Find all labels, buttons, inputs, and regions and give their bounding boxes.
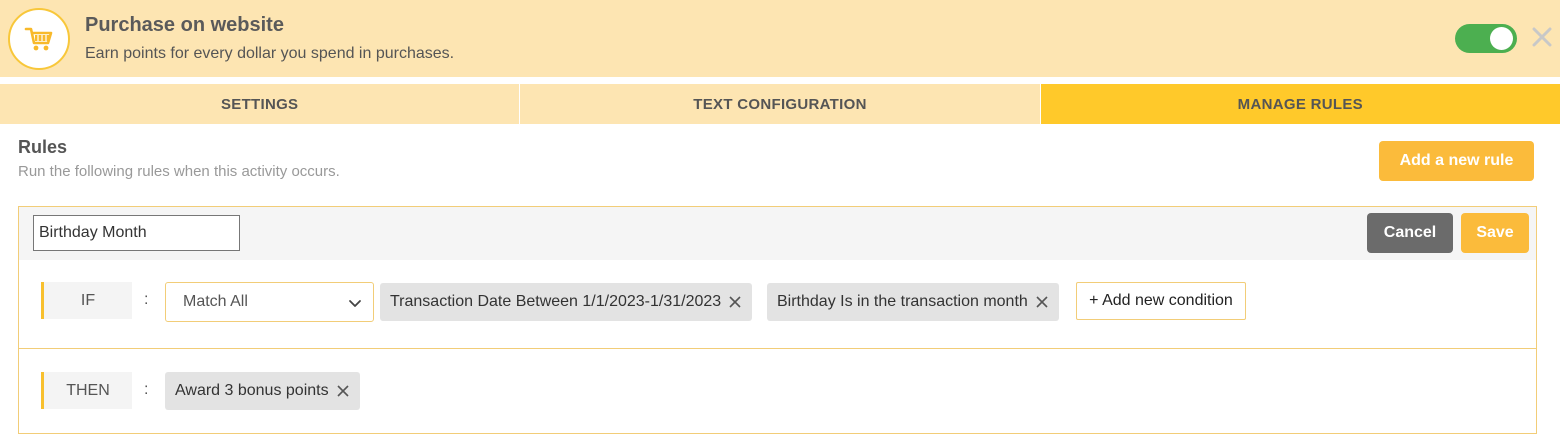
- close-icon: [729, 296, 741, 308]
- activity-subtitle: Earn points for every dollar you spend i…: [85, 45, 455, 62]
- cancel-button[interactable]: Cancel: [1367, 213, 1453, 253]
- rules-description: Run the following rules when this activi…: [18, 163, 340, 180]
- cart-icon-circle: [8, 8, 70, 70]
- condition-chip-label: Transaction Date Between 1/1/2023-1/31/2…: [390, 293, 722, 310]
- close-icon: [1036, 296, 1048, 308]
- rule-name-input[interactable]: [33, 215, 240, 251]
- rule-editor-header: Cancel Save: [19, 207, 1536, 260]
- if-label: IF: [41, 282, 132, 319]
- close-button[interactable]: [1528, 22, 1556, 52]
- condition-chip: Birthday Is in the transaction month: [767, 283, 1059, 321]
- rule-editor-card: Cancel Save IF : Match All Transaction D…: [18, 206, 1537, 434]
- if-section: IF : Match All Transaction Date Between …: [19, 260, 1536, 349]
- activity-header: Purchase on website Earn points for ever…: [0, 0, 1560, 77]
- tab-bar: SETTINGS TEXT CONFIGURATION MANAGE RULES: [0, 84, 1560, 124]
- rules-heading: Rules: [18, 137, 68, 157]
- toggle-knob: [1490, 27, 1513, 50]
- match-mode-value: Match All: [183, 293, 248, 310]
- save-button[interactable]: Save: [1461, 213, 1529, 253]
- if-colon: :: [144, 291, 149, 308]
- shopping-cart-icon: [24, 27, 53, 51]
- action-chip: Award 3 bonus points: [165, 372, 360, 410]
- close-icon: [337, 385, 349, 397]
- tab-text-configuration[interactable]: TEXT CONFIGURATION: [519, 84, 1040, 124]
- action-chip-label: Award 3 bonus points: [175, 382, 329, 399]
- then-colon: :: [144, 381, 149, 398]
- remove-action-button[interactable]: [336, 384, 350, 398]
- chevron-down-icon: [349, 300, 361, 307]
- then-label: THEN: [41, 372, 132, 409]
- remove-condition-button[interactable]: [1035, 295, 1049, 309]
- add-new-rule-button[interactable]: Add a new rule: [1379, 141, 1534, 181]
- add-new-condition-button[interactable]: + Add new condition: [1076, 282, 1246, 320]
- condition-chip-label: Birthday Is in the transaction month: [777, 293, 1028, 310]
- tab-manage-rules[interactable]: MANAGE RULES: [1039, 84, 1560, 124]
- then-section: THEN : Award 3 bonus points: [19, 350, 1536, 434]
- close-icon: [1532, 27, 1552, 47]
- activity-enabled-toggle[interactable]: [1455, 24, 1517, 53]
- activity-title: Purchase on website: [85, 14, 284, 36]
- match-mode-select[interactable]: Match All: [165, 282, 374, 322]
- tab-settings[interactable]: SETTINGS: [0, 84, 520, 124]
- remove-condition-button[interactable]: [728, 295, 742, 309]
- condition-chip: Transaction Date Between 1/1/2023-1/31/2…: [380, 283, 753, 321]
